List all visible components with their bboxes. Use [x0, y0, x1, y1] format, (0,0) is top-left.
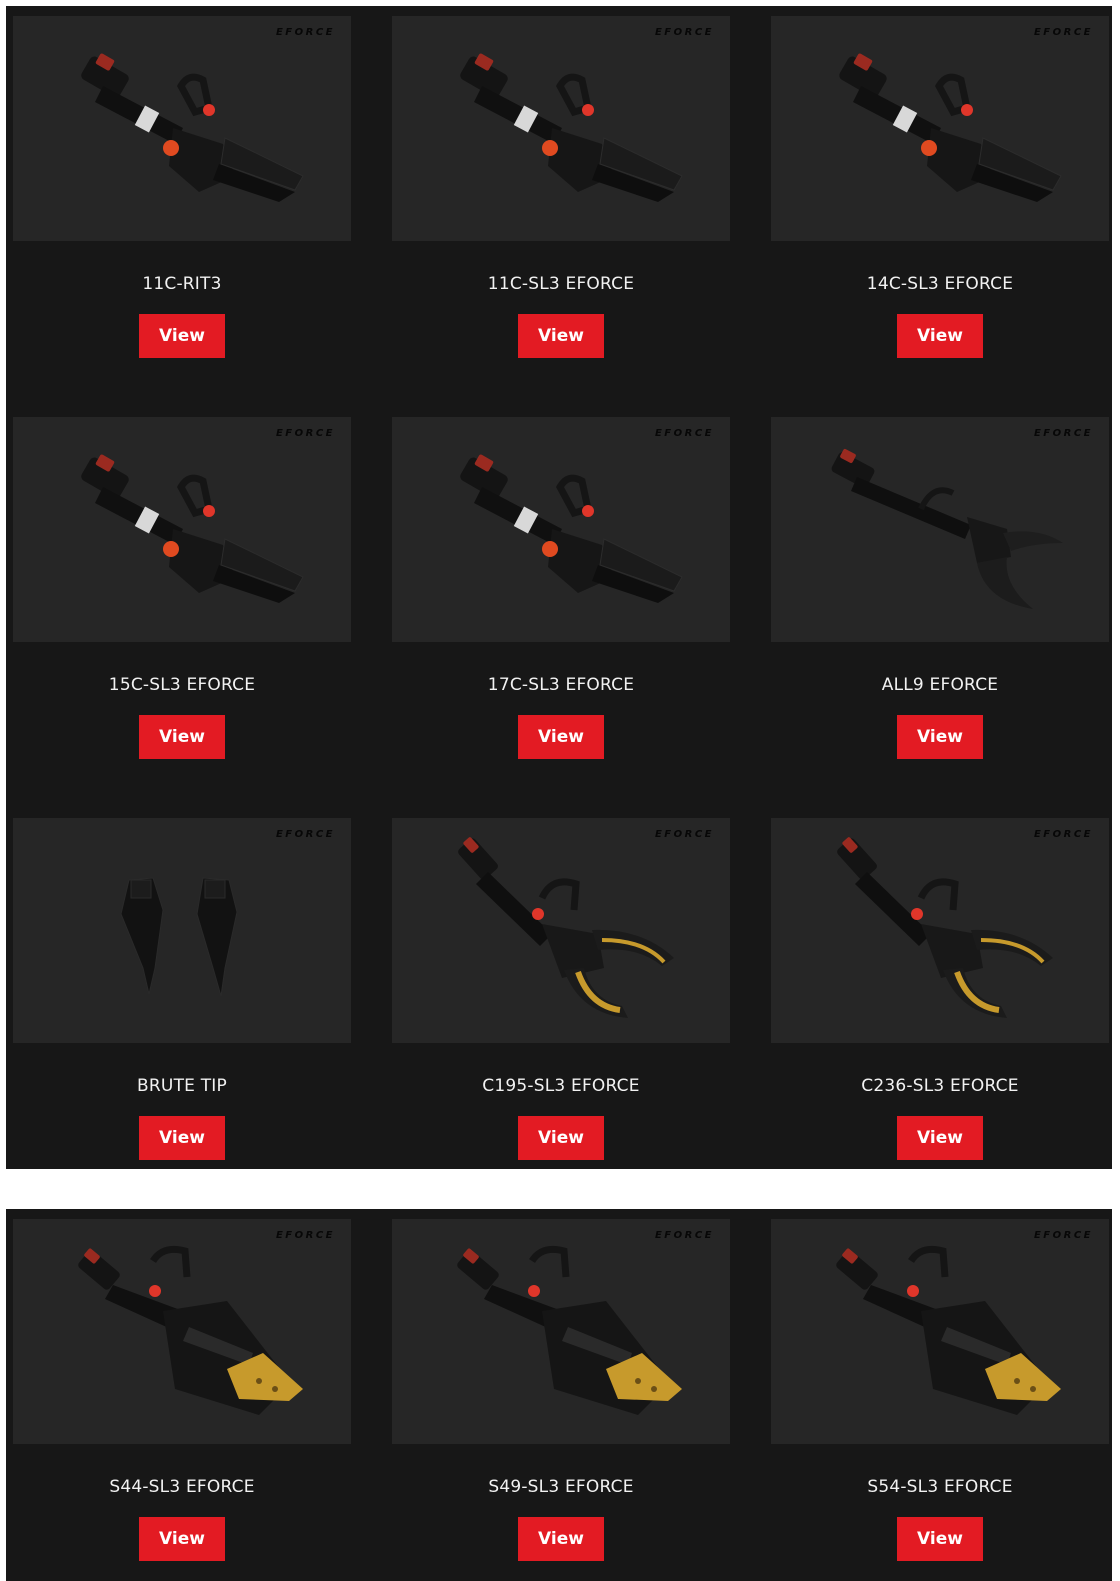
view-button[interactable]: View: [139, 1116, 225, 1160]
combi-tool-illustration: [81, 53, 304, 202]
product-image[interactable]: EFORCE: [13, 1219, 351, 1444]
product-name[interactable]: 11C-RIT3: [13, 274, 351, 294]
combi-tool-illustration: [81, 454, 304, 603]
spreader-gold-tool-illustration: [836, 1245, 1061, 1415]
view-button[interactable]: View: [139, 715, 225, 759]
product-image[interactable]: EFORCE: [13, 818, 351, 1043]
product-image[interactable]: EFORCE: [771, 417, 1109, 642]
product-image[interactable]: EFORCE: [13, 16, 351, 241]
product-name[interactable]: 15C-SL3 EFORCE: [13, 675, 351, 695]
view-button[interactable]: View: [518, 1517, 604, 1561]
product-grid: EFORCE S44-SL3 EFORCE View EFORCE S49-SL3 EF…: [13, 1219, 1109, 1581]
product-name[interactable]: S44-SL3 EFORCE: [13, 1477, 351, 1497]
product-image[interactable]: EFORCE: [771, 16, 1109, 241]
product-card-17c-sl3-eforce: EFORCE 17C-SL3 EFORCE View: [392, 417, 730, 818]
product-name[interactable]: BRUTE TIP: [13, 1076, 351, 1096]
product-name[interactable]: 14C-SL3 EFORCE: [771, 274, 1109, 294]
product-card-all9-eforce: EFORCE ALL9 EFORCE View: [771, 417, 1109, 818]
view-button[interactable]: View: [897, 1116, 983, 1160]
product-card-11c-rit3: EFORCE 11C-RIT3 View: [13, 16, 351, 417]
product-name[interactable]: S54-SL3 EFORCE: [771, 1477, 1109, 1497]
product-card-s54-sl3-eforce: EFORCE S54-SL3 EFORCE View: [771, 1219, 1109, 1581]
product-grid-section-2: EFORCE S44-SL3 EFORCE View EFORCE S49-SL3 EF…: [6, 1209, 1112, 1581]
product-card-14c-sl3-eforce: EFORCE 14C-SL3 EFORCE View: [771, 16, 1109, 417]
product-name[interactable]: 11C-SL3 EFORCE: [392, 274, 730, 294]
product-image[interactable]: EFORCE: [771, 818, 1109, 1043]
product-card-s44-sl3-eforce: EFORCE S44-SL3 EFORCE View: [13, 1219, 351, 1581]
product-image[interactable]: EFORCE: [771, 1219, 1109, 1444]
cutter-tool-illustration: [831, 449, 1063, 609]
view-button[interactable]: View: [139, 1517, 225, 1561]
combi-tool-illustration: [460, 454, 683, 603]
view-button[interactable]: View: [518, 715, 604, 759]
cutter-gold-tool-illustration: [458, 837, 674, 1018]
product-image[interactable]: EFORCE: [392, 1219, 730, 1444]
cutter-gold-tool-illustration: [837, 837, 1053, 1018]
product-card-brute-tip: EFORCE BRUTE TIP View: [13, 818, 351, 1169]
product-name[interactable]: 17C-SL3 EFORCE: [392, 675, 730, 695]
product-card-15c-sl3-eforce: EFORCE 15C-SL3 EFORCE View: [13, 417, 351, 818]
view-button[interactable]: View: [897, 1517, 983, 1561]
product-image[interactable]: EFORCE: [392, 417, 730, 642]
view-button[interactable]: View: [518, 1116, 604, 1160]
combi-tool-illustration: [839, 53, 1062, 202]
spreader-gold-tool-illustration: [457, 1245, 682, 1415]
product-name[interactable]: C195-SL3 EFORCE: [392, 1076, 730, 1096]
tips-tool-illustration: [120, 877, 238, 997]
product-name[interactable]: S49-SL3 EFORCE: [392, 1477, 730, 1497]
product-grid-section-1: EFORCE 11C-RIT3 View EFORCE 11C-SL3 EFORCE Vi…: [6, 6, 1112, 1169]
product-name[interactable]: ALL9 EFORCE: [771, 675, 1109, 695]
spreader-gold-tool-illustration: [78, 1245, 303, 1415]
combi-tool-illustration: [460, 53, 683, 202]
product-card-c236-sl3-eforce: EFORCE C236-SL3 EFORCE View: [771, 818, 1109, 1169]
view-button[interactable]: View: [518, 314, 604, 358]
view-button[interactable]: View: [139, 314, 225, 358]
product-grid: EFORCE 11C-RIT3 View EFORCE 11C-SL3 EFORCE Vi…: [13, 16, 1109, 1169]
product-image[interactable]: EFORCE: [13, 417, 351, 642]
product-name[interactable]: C236-SL3 EFORCE: [771, 1076, 1109, 1096]
product-card-c195-sl3-eforce: EFORCE C195-SL3 EFORCE View: [392, 818, 730, 1169]
view-button[interactable]: View: [897, 314, 983, 358]
product-card-11c-sl3-eforce: EFORCE 11C-SL3 EFORCE View: [392, 16, 730, 417]
product-image[interactable]: EFORCE: [392, 818, 730, 1043]
product-card-s49-sl3-eforce: EFORCE S49-SL3 EFORCE View: [392, 1219, 730, 1581]
view-button[interactable]: View: [897, 715, 983, 759]
product-image[interactable]: EFORCE: [392, 16, 730, 241]
